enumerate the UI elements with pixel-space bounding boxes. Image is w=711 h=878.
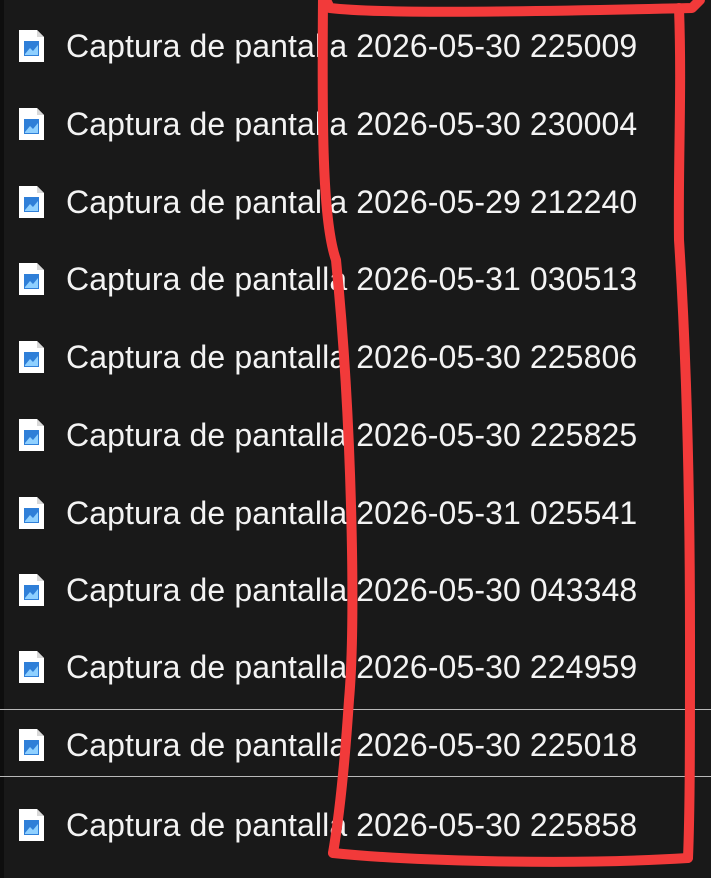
image-file-icon	[19, 729, 44, 761]
image-file-icon	[19, 574, 44, 606]
file-row[interactable]: Captura de pantalla 2026-05-30 224959	[0, 632, 711, 702]
file-row[interactable]: Captura de pantalla 2026-05-30 225806	[0, 322, 711, 392]
file-name: Captura de pantalla 2026-05-30 225018	[66, 727, 638, 763]
file-name: Captura de pantalla 2026-05-31 025541	[66, 495, 638, 531]
file-name: Captura de pantalla 2026-05-29 212240	[66, 184, 638, 220]
file-row[interactable]: Captura de pantalla 2026-05-30 043348	[0, 555, 711, 625]
file-row[interactable]: Captura de pantalla 2026-05-31 025541	[0, 478, 711, 548]
image-file-icon	[19, 651, 44, 683]
image-file-icon	[19, 341, 44, 373]
file-name: Captura de pantalla 2026-05-30 043348	[66, 572, 638, 608]
file-name: Captura de pantalla 2026-05-30 224959	[66, 649, 638, 685]
file-name: Captura de pantalla 2026-05-30 225806	[66, 339, 638, 375]
image-file-icon	[19, 30, 44, 62]
image-file-icon	[19, 809, 44, 841]
file-name: Captura de pantalla 2026-05-30 225825	[66, 417, 638, 453]
image-file-icon	[19, 419, 44, 451]
file-row[interactable]: Captura de pantalla 2026-05-31 030513	[0, 244, 711, 314]
image-file-icon	[19, 497, 44, 529]
image-file-icon	[19, 186, 44, 218]
file-row[interactable]: Captura de pantalla 2026-05-30 225018	[0, 709, 711, 776]
file-name: Captura de pantalla 2026-05-30 230004	[66, 106, 638, 142]
file-row[interactable]: Captura de pantalla 2026-05-30 225009	[0, 11, 711, 81]
image-file-icon	[19, 108, 44, 140]
file-name: Captura de pantalla 2026-05-30 225009	[66, 28, 638, 64]
file-row[interactable]: Captura de pantalla 2026-05-30 225858	[0, 776, 711, 866]
file-explorer-list: Captura de pantalla 2026-05-30 225009 Ca…	[0, 0, 711, 878]
file-row[interactable]: Captura de pantalla 2026-05-29 212240	[0, 167, 711, 237]
file-row[interactable]: Captura de pantalla 2026-05-30 230004	[0, 89, 711, 159]
file-name: Captura de pantalla 2026-05-31 030513	[66, 261, 638, 297]
file-name: Captura de pantalla 2026-05-30 225858	[66, 807, 638, 843]
image-file-icon	[19, 263, 44, 295]
file-row[interactable]: Captura de pantalla 2026-05-30 225825	[0, 400, 711, 470]
